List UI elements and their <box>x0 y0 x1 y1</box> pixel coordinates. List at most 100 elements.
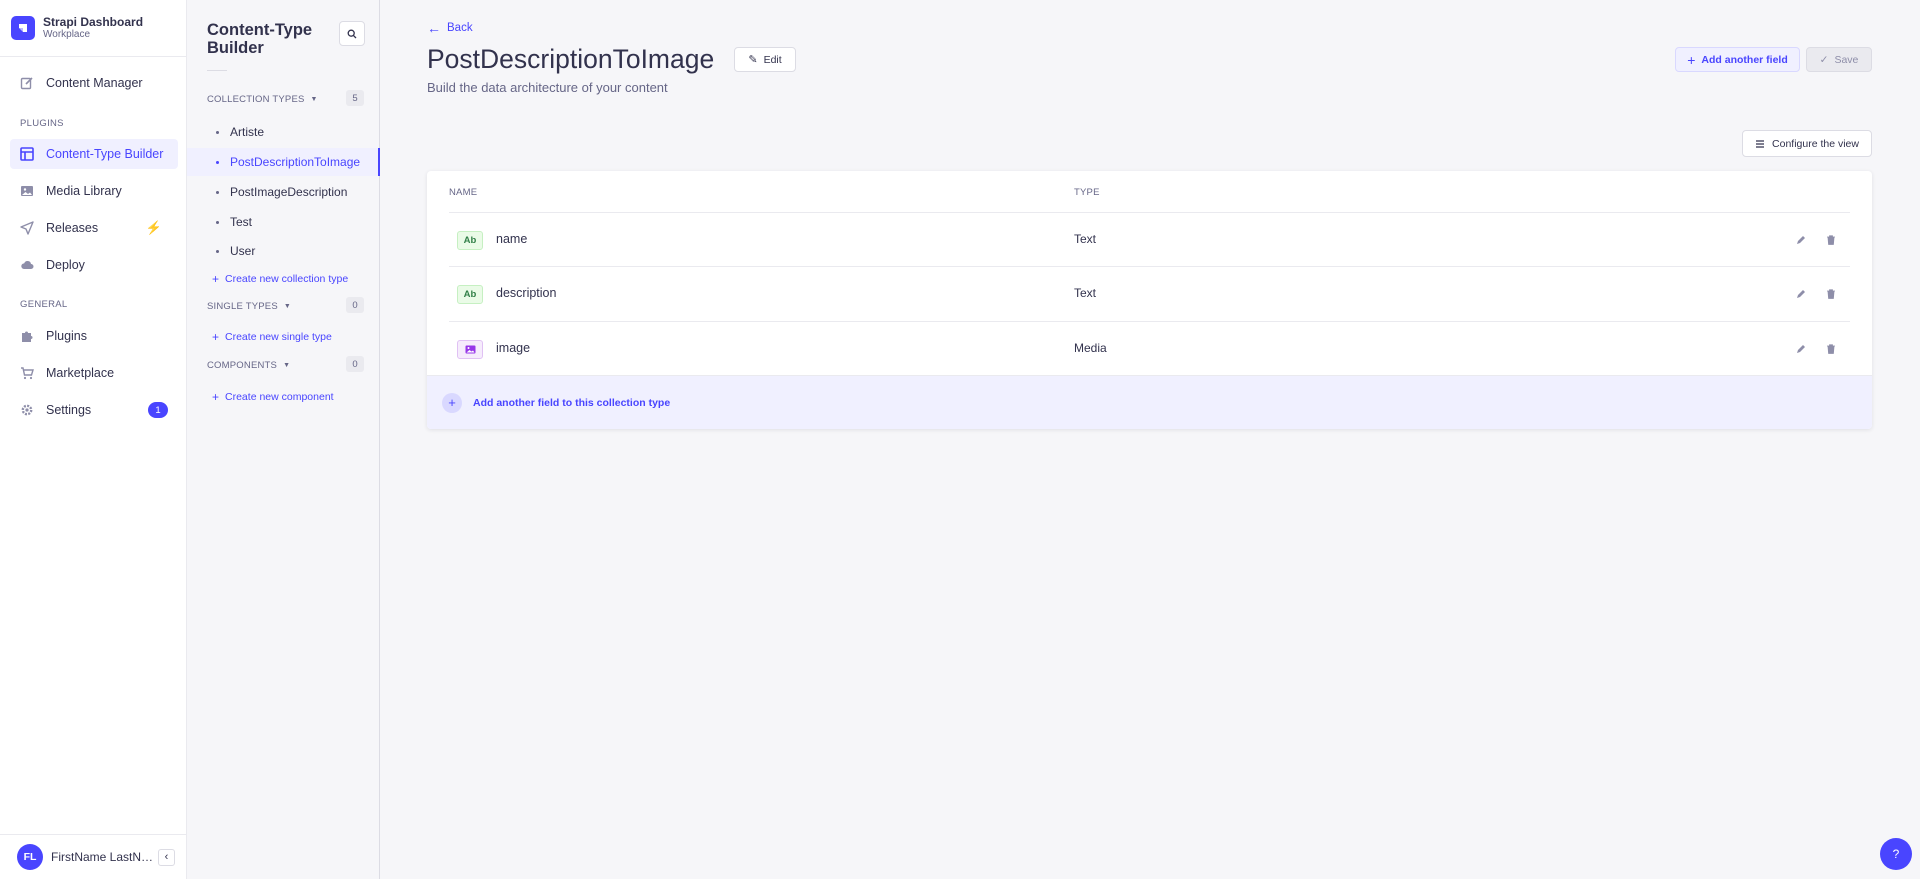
field-type: Text <box>1074 286 1097 300</box>
nav-label: Media Library <box>46 184 122 198</box>
plus-icon: + <box>212 330 220 344</box>
search-icon <box>347 29 357 38</box>
add-another-field-button[interactable]: + Add another field <box>1675 47 1800 72</box>
bullet-icon <box>216 190 219 194</box>
bullet-icon <box>216 160 219 164</box>
text-field-icon: Ab <box>457 231 483 250</box>
nav-releases[interactable]: Releases ⚡ <box>10 213 178 243</box>
settings-notification-badge: 1 <box>148 402 168 418</box>
nav-label: Plugins <box>46 329 87 343</box>
item-label: Artiste <box>230 125 265 139</box>
nav-label: Settings <box>46 403 92 417</box>
plus-icon: + <box>1687 51 1696 68</box>
nav-content-type-builder[interactable]: Content-Type Builder <box>10 139 178 169</box>
column-header-name: NAME <box>449 187 478 198</box>
edit-field-button[interactable] <box>1793 232 1809 248</box>
nav-media-library[interactable]: Media Library <box>10 176 178 206</box>
collection-types-toggle[interactable]: COLLECTION TYPES ▼ <box>207 94 318 105</box>
link-label: Create new collection type <box>225 273 349 285</box>
plus-icon: + <box>212 272 220 286</box>
create-component-link[interactable]: + Create new component <box>212 390 334 404</box>
user-profile[interactable]: FL FirstName LastName ‹ <box>0 834 187 879</box>
create-single-type-link[interactable]: + Create new single type <box>212 330 332 344</box>
plugins-section-label: PLUGINS <box>20 118 64 129</box>
pencil-icon: ✎ <box>748 54 758 66</box>
pen-square-icon <box>20 76 34 90</box>
edit-field-button[interactable] <box>1793 286 1809 302</box>
layout-icon <box>20 147 34 161</box>
link-label: Create new component <box>225 391 334 403</box>
strapi-logo-icon <box>11 16 35 40</box>
edit-label: Edit <box>763 53 782 66</box>
back-link[interactable]: ← Back <box>427 20 473 36</box>
add-field-label: Add another field to this collection typ… <box>473 396 671 409</box>
field-type: Text <box>1074 232 1097 246</box>
delete-field-button[interactable] <box>1823 286 1839 302</box>
collection-item-test[interactable]: Test <box>187 208 380 236</box>
item-label: PostDescriptionToImage <box>230 155 361 169</box>
caret-down-icon: ▼ <box>283 362 291 369</box>
brand-subtitle: Workplace <box>43 29 91 40</box>
collection-item-artiste[interactable]: Artiste <box>187 118 380 146</box>
edit-field-button[interactable] <box>1793 341 1809 357</box>
table-row: Ab name Text <box>449 212 1850 266</box>
nav-content-manager[interactable]: Content Manager <box>10 68 178 98</box>
single-types-count: 0 <box>346 297 364 313</box>
components-toggle[interactable]: COMPONENTS ▼ <box>207 360 290 371</box>
nav-label: Deploy <box>46 258 85 272</box>
single-types-toggle[interactable]: SINGLE TYPES ▼ <box>207 301 291 312</box>
edit-button[interactable]: ✎ Edit <box>734 47 796 72</box>
puzzle-icon <box>20 329 34 343</box>
item-label: User <box>230 244 256 258</box>
section-label: COLLECTION TYPES <box>207 94 305 105</box>
collection-item-postdescriptiontoimage[interactable]: PostDescriptionToImage <box>187 148 380 176</box>
collection-item-postimagedescription[interactable]: PostImageDescription <box>187 178 380 206</box>
help-button[interactable]: ? <box>1880 838 1912 870</box>
save-button[interactable]: ✓ Save <box>1806 47 1872 72</box>
cloud-icon <box>20 258 34 272</box>
brand-title: Strapi Dashboard <box>43 15 144 29</box>
main-navigation: Strapi Dashboard Workplace Content Manag… <box>0 0 187 879</box>
caret-down-icon: ▼ <box>310 96 318 103</box>
general-section-label: GENERAL <box>20 299 68 310</box>
button-label: Configure the view <box>1772 137 1859 150</box>
trash-icon <box>1827 344 1835 354</box>
list-icon <box>1755 139 1765 149</box>
search-button[interactable] <box>339 21 365 46</box>
nav-settings[interactable]: Settings 1 <box>10 395 178 425</box>
avatar: FL <box>17 844 43 870</box>
page-title: PostDescriptionToImage <box>427 44 715 74</box>
nav-deploy[interactable]: Deploy <box>10 250 178 280</box>
collapse-nav-button[interactable]: ‹ <box>158 848 175 866</box>
configure-view-button[interactable]: Configure the view <box>1742 130 1872 157</box>
chevron-left-icon: ‹ <box>164 851 169 863</box>
divider <box>207 70 227 71</box>
delete-field-button[interactable] <box>1823 341 1839 357</box>
media-field-icon <box>457 340 483 359</box>
table-row: Ab description Text <box>449 266 1850 320</box>
bullet-icon <box>216 130 219 134</box>
pencil-icon <box>1797 290 1805 298</box>
link-label: Create new single type <box>225 331 332 343</box>
nav-label: Content Manager <box>46 76 143 90</box>
delete-field-button[interactable] <box>1823 232 1839 248</box>
nav-plugins[interactable]: Plugins <box>10 321 178 351</box>
lightning-icon: ⚡ <box>145 220 162 235</box>
add-field-to-collection-row[interactable]: + Add another field to this collection t… <box>427 375 1872 429</box>
field-name: image <box>496 341 531 355</box>
collection-item-user[interactable]: User <box>187 237 380 265</box>
field-name: name <box>496 232 528 246</box>
arrow-left-icon: ← <box>427 20 441 36</box>
nav-marketplace[interactable]: Marketplace <box>10 358 178 388</box>
pencil-icon <box>1797 345 1805 353</box>
section-label: COMPONENTS <box>207 360 278 371</box>
main-content: ← Back PostDescriptionToImage ✎ Edit Build… <box>381 0 1920 879</box>
bullet-icon <box>216 249 219 253</box>
create-collection-type-link[interactable]: + Create new collection type <box>212 272 348 286</box>
trash-icon <box>1827 235 1835 245</box>
item-label: Test <box>230 215 253 229</box>
plus-circle-icon: + <box>442 392 462 413</box>
item-label: PostImageDescription <box>230 185 348 199</box>
trash-icon <box>1827 289 1835 299</box>
check-icon: ✓ <box>1819 53 1829 66</box>
